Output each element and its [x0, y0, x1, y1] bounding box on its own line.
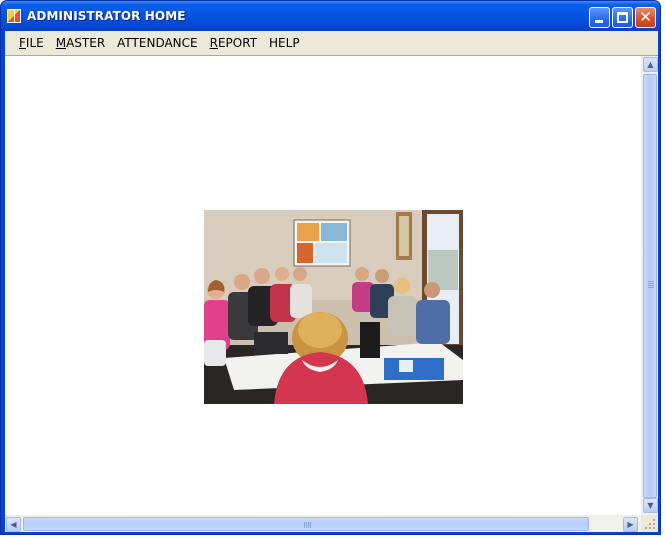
scroll-left-button[interactable]: ◀: [6, 517, 21, 532]
menu-file[interactable]: FILE: [13, 33, 50, 53]
resize-grip-dot: [645, 527, 647, 529]
menu-attendance[interactable]: ATTENDANCE: [111, 33, 203, 53]
horizontal-scrollbar[interactable]: ◀ ▶: [5, 515, 641, 532]
menu-bar: FILE MASTER ATTENDANCE REPORT HELP: [5, 31, 658, 55]
vertical-thumb-grip: [648, 281, 654, 282]
vertical-thumb-grip: [648, 285, 654, 286]
client-area: FILE MASTER ATTENDANCE REPORT HELP ▲ ▼ ◀…: [5, 31, 658, 532]
horizontal-thumb-grip: [308, 522, 309, 528]
menu-report[interactable]: REPORT: [204, 33, 263, 53]
close-icon: ✕: [639, 8, 652, 26]
menu-master-mnemonic: M: [55, 36, 67, 50]
vertical-scroll-thumb[interactable]: [643, 74, 657, 498]
scroll-right-button[interactable]: ▶: [623, 517, 638, 532]
menu-master-label: ASTER: [66, 36, 106, 50]
resize-grip-dot: [649, 527, 651, 529]
menu-help[interactable]: HELP: [263, 33, 306, 53]
resize-grip-dot: [649, 523, 651, 525]
menu-attendance-label: ATTENDANCE: [117, 36, 198, 50]
menu-report-mnemonic: R: [209, 36, 218, 50]
menu-help-label: HELP: [269, 36, 300, 50]
classroom-photo: [204, 210, 463, 404]
menu-master[interactable]: MASTER: [50, 33, 111, 53]
scroll-up-button[interactable]: ▲: [643, 57, 658, 72]
horizontal-thumb-grip: [306, 522, 307, 528]
mdi-client-area: ▲ ▼ ◀ ▶: [5, 55, 658, 532]
vertical-thumb-grip: [648, 283, 654, 284]
horizontal-thumb-grip: [304, 522, 305, 528]
resize-grip-dot: [653, 523, 655, 525]
horizontal-scroll-thumb[interactable]: [23, 517, 589, 531]
classroom-photo-drawing: [204, 210, 463, 404]
menu-file-label: ILE: [25, 36, 44, 50]
maximize-icon: [617, 12, 628, 23]
vertical-thumb-grip: [648, 287, 654, 288]
minimize-button[interactable]: [589, 7, 610, 28]
horizontal-thumb-grip: [310, 522, 311, 528]
close-button[interactable]: ✕: [635, 7, 656, 28]
window-title: ADMINISTRATOR HOME: [27, 9, 186, 23]
app-window: ADMINISTRATOR HOME ✕ FILE MASTER ATTENDA…: [0, 0, 661, 535]
maximize-button[interactable]: [612, 7, 633, 28]
title-bar[interactable]: ADMINISTRATOR HOME ✕: [1, 1, 660, 31]
vertical-scrollbar[interactable]: ▲ ▼: [641, 56, 658, 515]
resize-grip[interactable]: [641, 515, 658, 532]
scroll-down-button[interactable]: ▼: [643, 498, 658, 513]
minimize-icon: [595, 20, 603, 23]
resize-grip-dot: [653, 519, 655, 521]
menu-report-label: EPORT: [217, 36, 258, 50]
resize-grip-dot: [653, 527, 655, 529]
app-icon[interactable]: [7, 9, 21, 23]
menu-file-mnemonic: F: [19, 36, 26, 50]
